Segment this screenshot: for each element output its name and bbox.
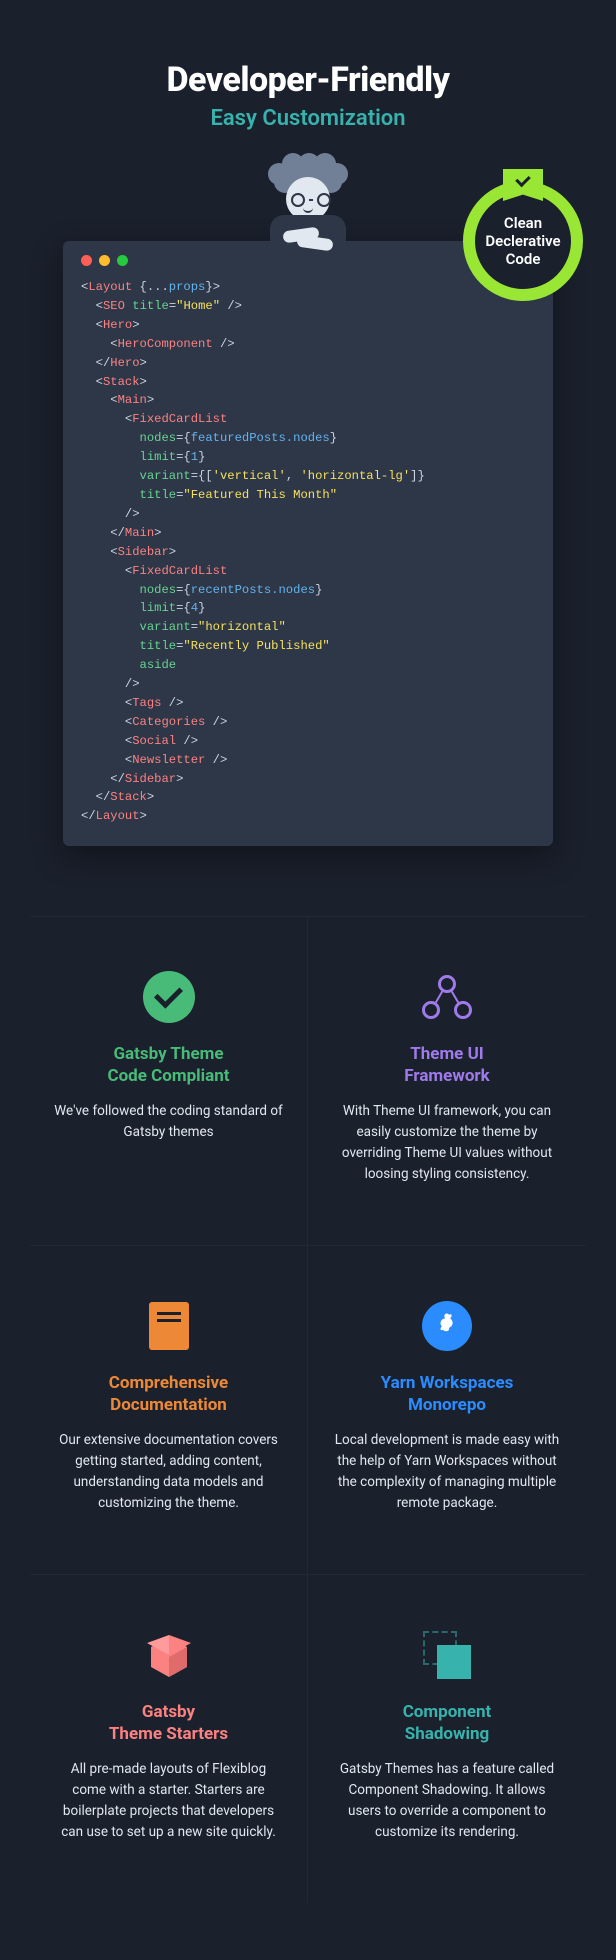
feature-card: ComponentShadowing Gatsby Themes has a f…	[308, 1574, 586, 1903]
feature-card: Gatsby ThemeCode Compliant We've followe…	[30, 916, 308, 1245]
feature-title: GatsbyTheme Starters	[54, 1701, 283, 1745]
feature-body: All pre-made layouts of Flexiblog come w…	[54, 1759, 283, 1843]
maximize-icon	[117, 255, 128, 266]
check-circle-icon	[143, 971, 195, 1023]
code-content: <Layout {...props}> <SEO title="Home" />…	[81, 278, 535, 826]
badge-line3: Code	[506, 250, 541, 268]
feature-body: Gatsby Themes has a feature called Compo…	[332, 1759, 562, 1843]
feature-body: Local development is made easy with the …	[332, 1430, 562, 1514]
theme-ui-icon	[422, 975, 472, 1019]
ribbon-check-icon	[503, 169, 543, 201]
feature-title: Yarn WorkspacesMonorepo	[332, 1372, 562, 1416]
feature-title: Theme UIFramework	[332, 1043, 562, 1087]
minimize-icon	[99, 255, 110, 266]
clean-code-badge: Clean Declerative Code	[463, 181, 583, 301]
badge-line1: Clean	[504, 214, 542, 232]
badge-line2: Declerative	[485, 232, 560, 250]
feature-card: Yarn WorkspacesMonorepo Local developmen…	[308, 1245, 586, 1574]
feature-title: ComponentShadowing	[332, 1701, 562, 1745]
box-icon	[145, 1633, 193, 1677]
feature-title: ComprehensiveDocumentation	[54, 1372, 283, 1416]
feature-body: Our extensive documentation covers getti…	[54, 1430, 283, 1514]
page-subtitle: Easy Customization	[30, 106, 586, 131]
page-title: Developer-Friendly	[30, 60, 586, 100]
feature-card: ComprehensiveDocumentation Our extensive…	[30, 1245, 308, 1574]
feature-card: Theme UIFramework With Theme UI framewor…	[308, 916, 586, 1245]
feature-card: GatsbyTheme Starters All pre-made layout…	[30, 1574, 308, 1903]
shadow-icon	[423, 1631, 471, 1679]
feature-body: We've followed the coding standard of Ga…	[54, 1101, 283, 1143]
feature-title: Gatsby ThemeCode Compliant	[54, 1043, 283, 1087]
feature-body: With Theme UI framework, you can easily …	[332, 1101, 562, 1185]
yarn-icon	[422, 1301, 472, 1351]
close-icon	[81, 255, 92, 266]
document-icon	[149, 1302, 189, 1350]
developer-illustration	[208, 151, 408, 271]
code-example: Clean Declerative Code <Layout {...props…	[63, 241, 553, 846]
